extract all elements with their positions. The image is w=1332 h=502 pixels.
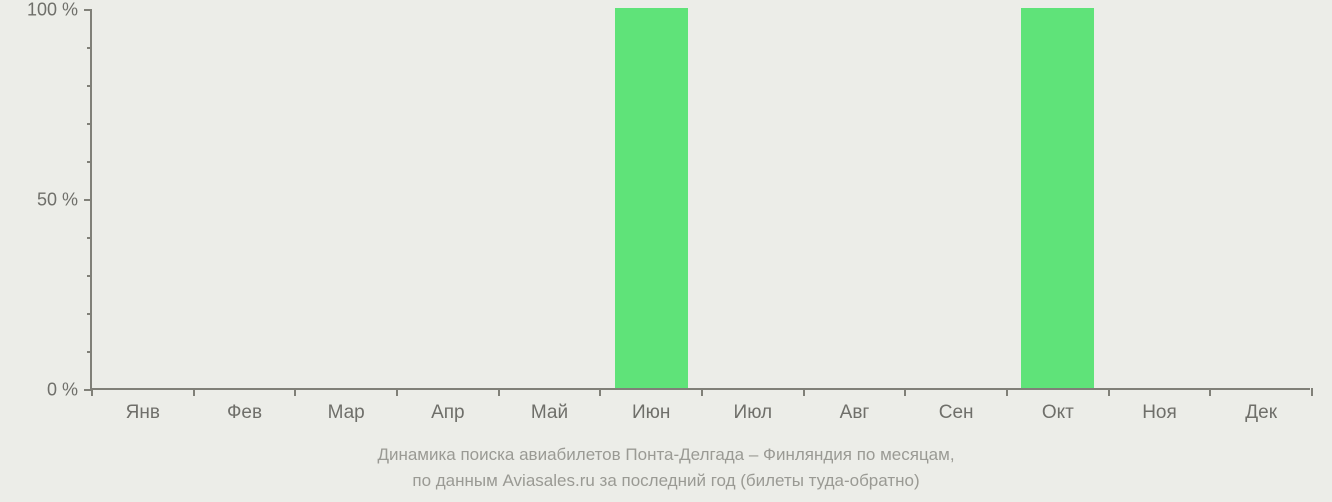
x-tick xyxy=(1006,388,1008,396)
x-axis-label: Апр xyxy=(431,402,465,424)
bars-layer xyxy=(92,10,1310,388)
y-tick xyxy=(84,199,92,201)
x-axis-label: Мар xyxy=(328,402,365,424)
chart-container: 0 % 50 % 100 % Янв Фев Мар Апр Май Июн Июл Авг Сен О… xyxy=(0,0,1332,502)
x-axis-label: Дек xyxy=(1245,402,1277,424)
y-minor-tick xyxy=(87,161,92,163)
y-axis-label: 100 % xyxy=(27,0,78,21)
plot-area: 0 %50 %100 %ЯнвФевМарАпрМайИюнИюлАвгСенО… xyxy=(90,10,1310,390)
bar xyxy=(1021,8,1094,388)
x-tick xyxy=(498,388,500,396)
caption-line-2: по данным Aviasales.ru за последний год … xyxy=(0,468,1332,494)
x-tick xyxy=(803,388,805,396)
y-minor-tick xyxy=(87,47,92,49)
x-axis-label: Сен xyxy=(939,402,974,424)
x-tick xyxy=(91,388,93,396)
x-tick xyxy=(904,388,906,396)
y-minor-tick xyxy=(87,85,92,87)
x-axis-label: Янв xyxy=(126,402,160,424)
x-tick xyxy=(701,388,703,396)
x-axis-label: Май xyxy=(531,402,568,424)
caption-line-1: Динамика поиска авиабилетов Понта-Делгад… xyxy=(0,442,1332,468)
y-axis-label: 0 % xyxy=(47,380,78,401)
y-minor-tick xyxy=(87,275,92,277)
x-tick xyxy=(1209,388,1211,396)
x-tick xyxy=(1108,388,1110,396)
x-tick xyxy=(396,388,398,396)
x-axis-label: Авг xyxy=(840,402,870,424)
x-tick xyxy=(1311,388,1313,396)
x-tick xyxy=(193,388,195,396)
chart-caption: Динамика поиска авиабилетов Понта-Делгад… xyxy=(0,442,1332,493)
x-axis-label: Фев xyxy=(227,402,262,424)
y-axis-label: 50 % xyxy=(37,190,78,211)
y-minor-tick xyxy=(87,237,92,239)
y-minor-tick xyxy=(87,351,92,353)
x-axis-label: Июл xyxy=(734,402,773,424)
x-axis-label: Окт xyxy=(1042,402,1074,424)
y-minor-tick xyxy=(87,313,92,315)
x-axis-label: Ноя xyxy=(1142,402,1177,424)
x-axis-label: Июн xyxy=(632,402,670,424)
bar xyxy=(615,8,688,388)
x-tick xyxy=(599,388,601,396)
y-tick xyxy=(84,9,92,11)
x-tick xyxy=(294,388,296,396)
y-minor-tick xyxy=(87,123,92,125)
